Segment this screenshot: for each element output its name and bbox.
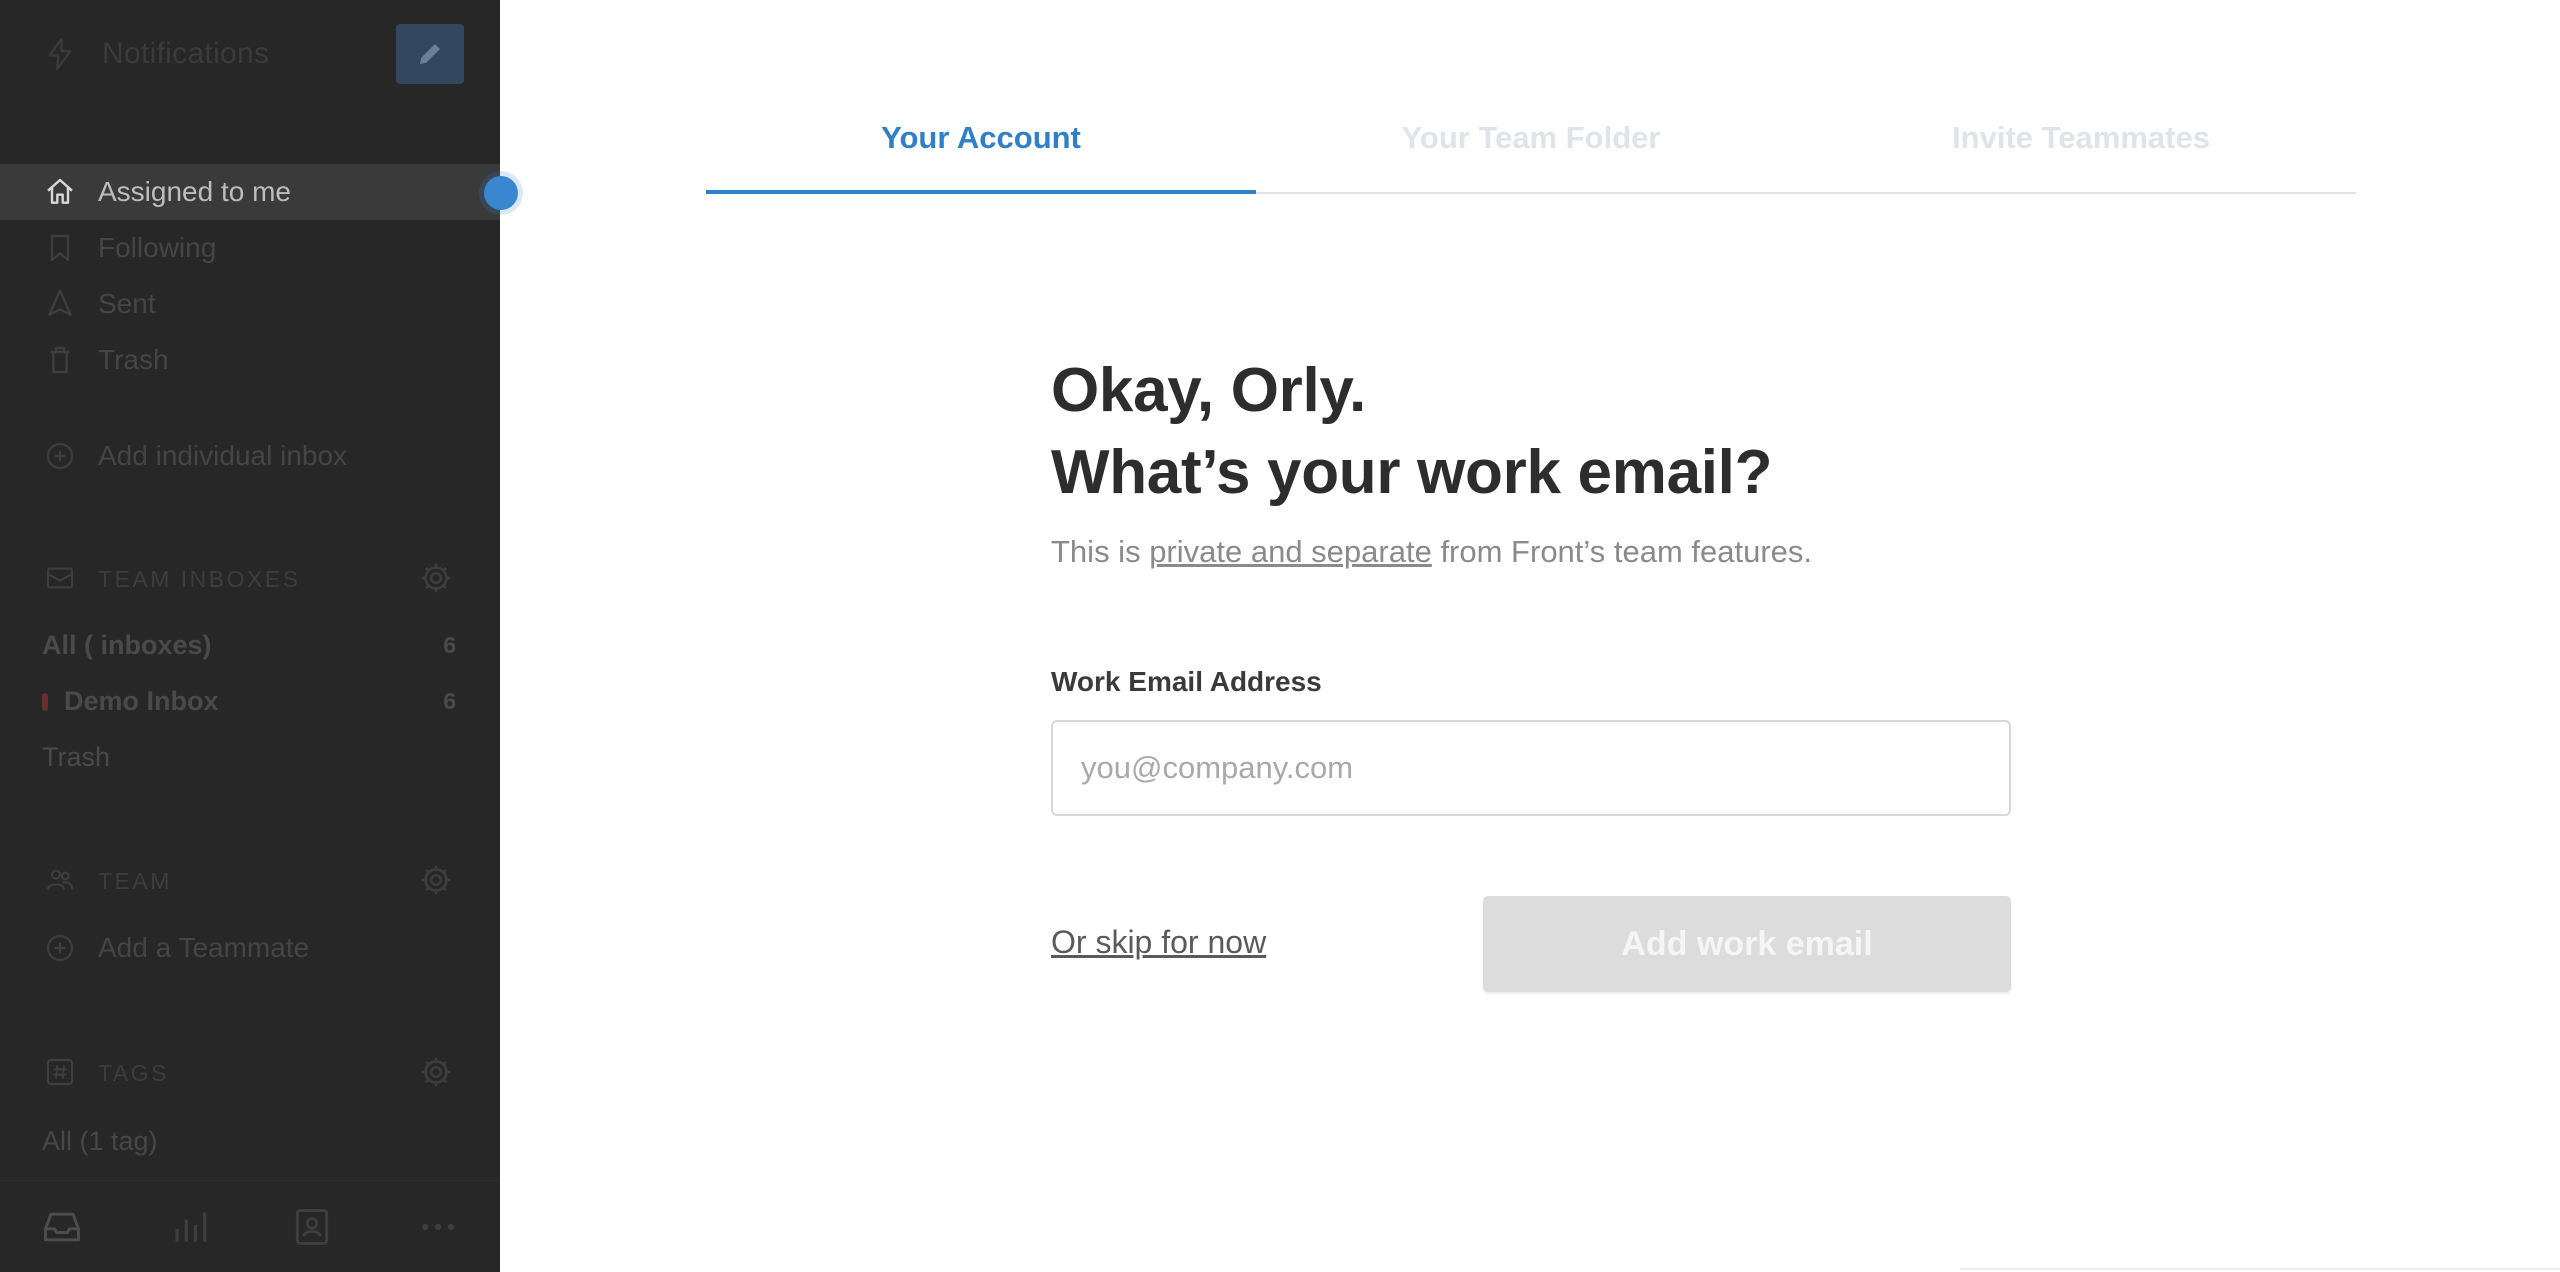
sidebar-item-label: Assigned to me [98,176,291,207]
work-email-label: Work Email Address [1051,666,1322,697]
tab-your-account[interactable]: Your Account [706,120,1256,156]
inbox-tray-icon[interactable] [40,1205,84,1249]
plus-circle-icon [46,934,74,962]
active-tab-indicator [706,190,1256,194]
sidebar-item-label: Following [98,232,217,263]
onboarding-tabs: Your Account Your Team Folder Invite Tea… [706,96,2356,194]
trash-icon [50,346,70,374]
team-inbox-demo-label: Demo Inbox [64,686,219,716]
gear-icon[interactable] [418,560,454,596]
work-email-form: Okay, Orly. What’s your work email? This… [1051,350,2011,992]
sidebar-bottom-nav [0,1180,500,1272]
onboarding-panel: Your Account Your Team Folder Invite Tea… [500,0,2560,1272]
heading-line-1: Okay, Orly. [1051,356,1366,425]
more-icon[interactable] [416,1205,460,1249]
team-inbox-all-count: 6 [443,632,456,658]
team-inboxes-title: TEAM INBOXES [98,566,301,592]
add-work-email-button[interactable]: Add work email [1483,896,2011,992]
bottom-divider [1960,1268,2560,1270]
sidebar-item-sent[interactable]: Sent [0,276,500,332]
add-individual-inbox-button[interactable]: Add individual inbox [0,428,500,484]
sidebar-item-label: Trash [98,344,169,375]
inbox-color-dot [42,693,48,711]
tags-section-header: TAGS [0,1052,500,1092]
inbox-icon [46,567,74,589]
subtitle-prefix: This is [1051,534,1150,569]
contacts-icon[interactable] [290,1205,334,1249]
tag-icon [46,1058,74,1086]
team-inboxes-section-header: TEAM INBOXES [0,558,500,598]
subtitle: This is private and separate from Front’… [1051,534,2011,570]
team-title: TEAM [98,868,172,894]
sidebar: Notifications Assigned to me Following S… [0,0,500,1272]
team-inbox-demo-count: 6 [443,688,456,714]
add-individual-inbox-label: Add individual inbox [98,440,348,471]
team-inbox-all[interactable]: All ( inboxes) 6 [0,624,500,664]
tags-all-label: All (1 tag) [42,1126,158,1156]
compose-button[interactable] [396,24,464,84]
bookmark-icon [50,234,70,262]
tab-invite-teammates[interactable]: Invite Teammates [1806,120,2356,156]
page-heading: Okay, Orly. What’s your work email? [1051,350,2011,514]
analytics-icon[interactable] [168,1205,212,1249]
home-icon [47,178,73,204]
sidebar-item-label: Sent [98,288,156,319]
subtitle-suffix: from Front’s team features. [1431,534,1813,569]
plus-circle-icon [46,442,74,470]
add-teammate-button[interactable]: Add a Teammate [0,920,500,976]
sidebar-item-following[interactable]: Following [0,220,500,276]
team-icon [46,869,74,890]
sidebar-item-trash[interactable]: Trash [0,332,500,388]
team-section-header: TEAM [0,860,500,900]
pencil-icon [420,44,440,64]
sidebar-item-assigned-to-me[interactable]: Assigned to me [0,164,500,220]
notifications-label[interactable]: Notifications [102,37,269,71]
send-icon [48,289,72,316]
tags-title: TAGS [98,1060,169,1086]
team-inbox-all-label: All ( inboxes) [42,630,212,660]
private-and-separate-link[interactable]: private and separate [1149,534,1432,569]
team-inbox-trash[interactable]: Trash [0,736,500,776]
tab-your-team-folder[interactable]: Your Team Folder [1256,120,1806,156]
gear-icon[interactable] [418,862,454,898]
tags-all[interactable]: All (1 tag) [0,1120,500,1160]
team-inbox-trash-label: Trash [42,742,111,772]
heading-line-2: What’s your work email? [1051,438,1773,507]
team-inbox-demo[interactable]: Demo Inbox 6 [0,680,500,720]
skip-for-now-link[interactable]: Or skip for now [1051,924,1266,961]
lightning-icon[interactable] [42,36,78,72]
add-teammate-label: Add a Teammate [98,932,310,963]
gear-icon[interactable] [418,1054,454,1090]
sidebar-header: Notifications [0,0,500,110]
work-email-input[interactable] [1051,720,2011,816]
